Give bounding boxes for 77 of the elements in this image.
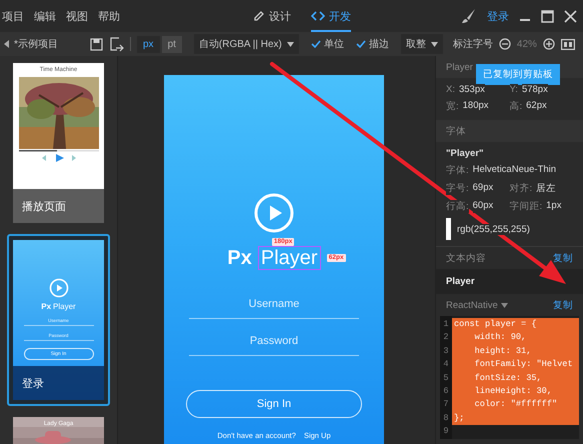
back-icon[interactable] [4, 40, 10, 48]
property-label: 对齐: [510, 182, 532, 195]
color-value: rgb(255,255,255) [457, 224, 530, 234]
property-label: 字体: [446, 164, 469, 177]
menu-item[interactable]: 编辑 [34, 8, 56, 24]
property-label: Y: [510, 84, 518, 95]
page-name: 登录 [13, 366, 104, 400]
text-layer-name: "Player" [446, 148, 485, 159]
property-label: 字间距: [510, 200, 542, 213]
export-icon[interactable] [109, 36, 124, 52]
brush-icon[interactable] [461, 8, 477, 24]
pencil-icon [253, 10, 265, 22]
zoom-out-icon[interactable] [498, 38, 511, 50]
copy-button[interactable]: 复制 [553, 298, 573, 312]
text-content-value: Player [436, 269, 583, 294]
property-value: 60px [472, 200, 494, 213]
section-heading: 文本内容 [446, 252, 486, 264]
color-format-dropdown[interactable]: 自动(RGBA || Hex) [194, 34, 299, 54]
section-heading: 字体 [446, 124, 466, 138]
property-value: 居左 [536, 182, 556, 195]
property-value: 578px [522, 84, 548, 95]
line-number: 3 [442, 344, 450, 358]
project-name[interactable]: *示例项目 [14, 37, 58, 51]
copy-button[interactable]: 复制 [553, 252, 573, 264]
unit-tab[interactable]: px [137, 36, 160, 52]
property-value: 1px [546, 200, 562, 213]
play-icon [254, 193, 294, 233]
zoom-in-icon[interactable] [542, 38, 555, 50]
layer-name: Player [446, 62, 473, 72]
logo-mark: Px [227, 247, 252, 270]
zoom-level: 42% [516, 38, 537, 50]
line-number: 8 [442, 412, 450, 425]
caret-icon [430, 42, 438, 46]
checkbox[interactable] [310, 39, 321, 49]
checkbox[interactable] [356, 39, 366, 49]
logo-word: Player [258, 246, 321, 270]
save-icon[interactable] [90, 38, 103, 50]
thumbnail-logo: Px Player [41, 302, 76, 311]
property-label: 字号: [446, 182, 469, 195]
username-field[interactable]: Username [189, 292, 359, 319]
maximize-icon[interactable] [541, 10, 554, 22]
menu-item[interactable]: 帮助 [98, 8, 120, 24]
line-number: 1 [442, 318, 450, 331]
password-field[interactable]: Password [189, 329, 359, 356]
login-button[interactable]: 登录 [487, 8, 509, 24]
page-name: 播放页面 [13, 189, 104, 223]
option-label: 描边 [368, 38, 389, 51]
language-dropdown[interactable]: ReactNative [446, 300, 508, 310]
caret-icon [500, 302, 508, 308]
line-number: 2 [442, 331, 450, 344]
play-icon [48, 278, 68, 298]
property-value: 353px [458, 84, 485, 95]
menu-item[interactable]: 项目 [2, 8, 24, 24]
line-number: 7 [442, 398, 450, 412]
font-size-label: 标注字号 [452, 38, 493, 51]
menu-item[interactable]: 视图 [66, 8, 88, 24]
property-value: 69px [472, 182, 494, 195]
property-label: 宽: [446, 100, 459, 113]
line-number: 9 [442, 425, 450, 438]
unit-tab[interactable]: pt [162, 36, 182, 52]
fit-screen-icon[interactable] [560, 38, 575, 50]
option-label: 单位 [324, 38, 344, 51]
property-label: X: [446, 84, 455, 95]
code-icon [311, 10, 325, 22]
rounding-dropdown[interactable]: 取整 [400, 34, 443, 54]
property-value: 62px [526, 100, 547, 113]
line-number: 5 [442, 372, 450, 385]
property-label: 高: [510, 100, 522, 113]
close-icon[interactable] [564, 10, 577, 22]
caret-icon [286, 42, 294, 46]
property-value: 180px [462, 100, 489, 113]
property-label: 行高: [446, 200, 469, 213]
line-number: 6 [442, 385, 450, 398]
line-number: 4 [442, 358, 450, 372]
copied-toast: 已复制到剪贴板 [476, 64, 560, 85]
color-swatch [446, 218, 451, 240]
mode-tab[interactable]: 设计 [253, 0, 291, 32]
